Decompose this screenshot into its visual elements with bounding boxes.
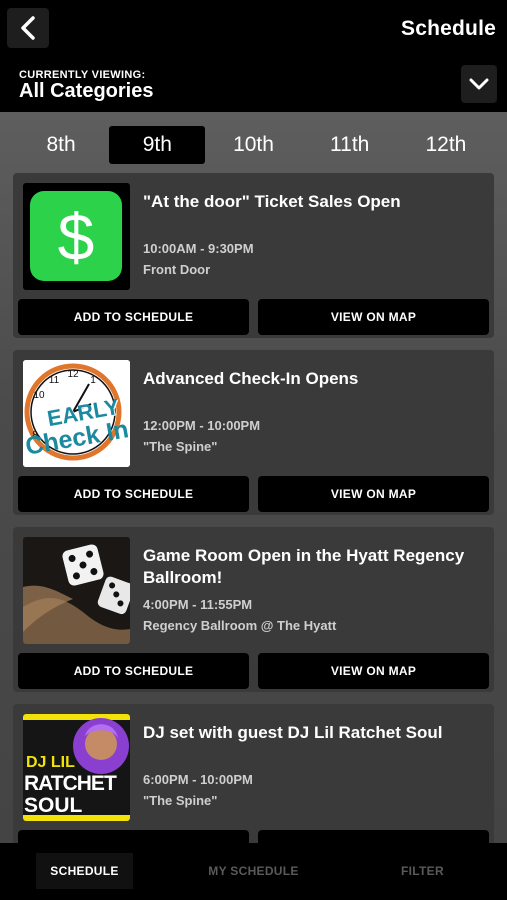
back-button[interactable] [7,8,49,48]
chevron-down-icon [469,78,489,90]
bottom-nav: SCHEDULE MY SCHEDULE FILTER [0,843,507,900]
dice-icon [23,537,130,644]
nav-schedule[interactable]: SCHEDULE [0,843,169,900]
event-location: "The Spine" [143,439,218,454]
grade-tabs: 8th 9th 10th 11th 12th [13,126,494,164]
event-title: Advanced Check-In Opens [143,369,359,388]
thumb-text-soul: SOUL [24,794,83,817]
event-time: 12:00PM - 10:00PM [143,418,261,433]
event-thumbnail: $ [23,183,130,290]
event-card[interactable]: $ "At the door" Ticket Sales Open 10:00A… [13,173,494,338]
svg-text:10: 10 [33,390,45,401]
add-to-schedule-button[interactable]: ADD TO SCHEDULE [18,653,249,689]
view-on-map-button[interactable]: VIEW ON MAP [258,653,489,689]
event-time: 4:00PM - 11:55PM [143,597,253,612]
event-thumbnail: 12 1 11 10 8 EARLY Check In [23,360,130,467]
event-card[interactable]: 12 1 11 10 8 EARLY Check In Advanced Che… [13,350,494,515]
tab-10th[interactable]: 10th [205,126,301,164]
nav-my-schedule-label: MY SCHEDULE [208,864,299,878]
svg-text:11: 11 [49,375,60,386]
page-title: Schedule [401,17,496,40]
event-title: "At the door" Ticket Sales Open [143,192,401,211]
tab-8th[interactable]: 8th [13,126,109,164]
svg-text:12: 12 [67,369,79,380]
event-time: 10:00AM - 9:30PM [143,241,254,256]
nav-filter[interactable]: FILTER [338,843,507,900]
view-on-map-button[interactable]: VIEW ON MAP [258,476,489,512]
nav-filter-label: FILTER [401,864,444,878]
event-thumbnail: DJ LIL RATCHET SOUL [23,714,130,821]
nav-schedule-label: SCHEDULE [36,853,133,889]
thumb-text-dj: DJ LIL [26,754,75,771]
svg-text:1: 1 [90,375,96,386]
view-on-map-button[interactable]: VIEW ON MAP [258,299,489,335]
category-dropdown-button[interactable] [461,65,497,103]
event-thumbnail [23,537,130,644]
tab-12th[interactable]: 12th [398,126,494,164]
event-location: "The Spine" [143,793,218,808]
chevron-left-icon [21,16,35,40]
add-to-schedule-button[interactable]: ADD TO SCHEDULE [18,476,249,512]
event-card[interactable]: Game Room Open in the Hyatt Regency Ball… [13,527,494,692]
svg-text:$: $ [58,200,95,274]
thumb-text-ratchet: RATCHET [24,772,117,795]
tab-9th[interactable]: 9th [109,126,206,164]
currently-viewing-value[interactable]: All Categories [19,80,153,103]
event-card[interactable]: DJ LIL RATCHET SOUL DJ set with guest DJ… [13,704,494,843]
dollar-icon: $ [30,191,122,281]
event-location: Front Door [143,262,211,277]
add-to-schedule-button[interactable]: ADD TO SCHEDULE [18,830,249,843]
add-to-schedule-button[interactable]: ADD TO SCHEDULE [18,299,249,335]
schedule-content[interactable]: 8th 9th 10th 11th 12th $ "At the door" T… [0,112,507,843]
event-location: Regency Ballroom @ The Hyatt [143,618,337,633]
nav-my-schedule[interactable]: MY SCHEDULE [169,843,338,900]
tab-11th[interactable]: 11th [302,126,398,164]
top-bar: Schedule CURRENTLY VIEWING: All Categori… [0,0,507,112]
event-time: 6:00PM - 10:00PM [143,772,253,787]
event-title: Game Room Open in the Hyatt Regency Ball… [143,546,465,587]
event-title: DJ set with guest DJ Lil Ratchet Soul [143,723,443,742]
view-on-map-button[interactable]: VIEW ON MAP [258,830,489,843]
